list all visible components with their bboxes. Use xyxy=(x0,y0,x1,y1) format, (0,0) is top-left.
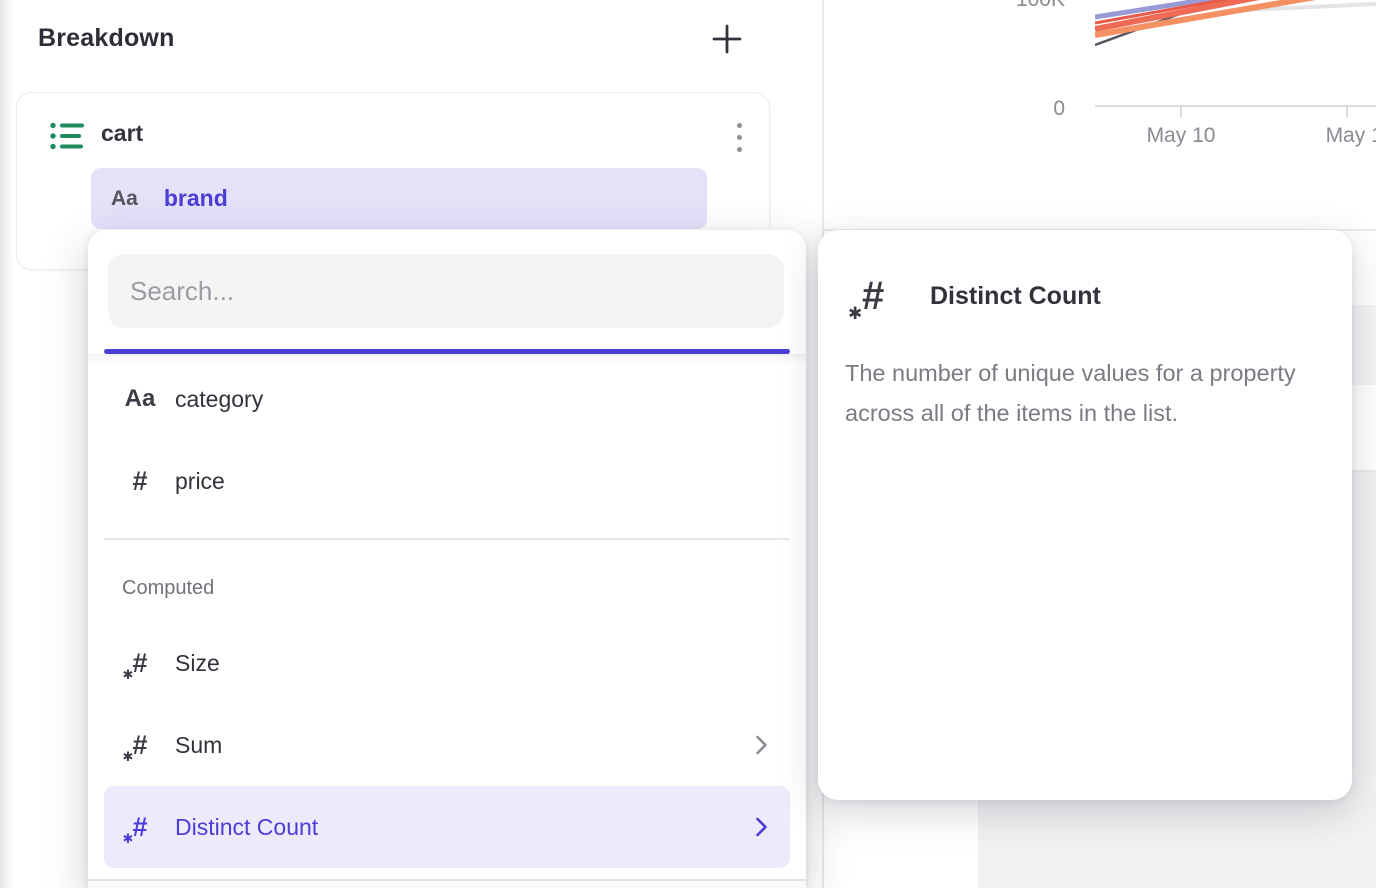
add-breakdown-button[interactable] xyxy=(706,18,748,60)
kebab-icon xyxy=(737,123,742,128)
dropdown-item-label: Sum xyxy=(175,732,222,759)
chart-x-tick-may17: May 17 xyxy=(1310,124,1376,148)
card-menu-button[interactable] xyxy=(721,115,757,159)
chart-x-tick-mark xyxy=(1346,107,1348,117)
breakdown-title: Breakdown xyxy=(38,24,175,53)
computed-number-icon: #✱ xyxy=(132,650,147,677)
dropdown-item-label: Size xyxy=(175,650,220,677)
chart-y-tick-100k: 100K xyxy=(990,0,1065,12)
computed-number-icon: #✱ xyxy=(132,814,147,841)
dropdown-item-size[interactable]: #✱ Size xyxy=(104,622,790,704)
dropdown-item-distinct-count[interactable]: #✱ Distinct Count xyxy=(104,786,790,868)
dropdown-item-category[interactable]: Aa category xyxy=(104,358,790,440)
chart-x-tick-mark xyxy=(1180,107,1182,117)
tooltip-title: Distinct Count xyxy=(930,282,1101,311)
breakdown-property-name: cart xyxy=(101,120,143,147)
property-detail-tooltip: #✱ Distinct Count The number of unique v… xyxy=(818,230,1352,800)
dropdown-section-divider xyxy=(104,538,790,540)
dropdown-item-sum[interactable]: #✱ Sum xyxy=(104,704,790,786)
kebab-icon xyxy=(737,147,742,152)
dropdown-item-label: Distinct Count xyxy=(175,814,318,841)
property-dropdown: Aa category # price Computed #✱ Size #✱ … xyxy=(88,230,806,888)
chevron-right-icon xyxy=(755,816,768,838)
chart-x-axis xyxy=(1095,105,1376,107)
tooltip-description: The number of unique values for a proper… xyxy=(845,354,1323,433)
line-chart xyxy=(1095,0,1376,60)
text-property-icon: Aa xyxy=(118,385,162,413)
computed-marker-icon: ✱ xyxy=(848,305,862,322)
computed-marker-icon: ✱ xyxy=(122,832,133,845)
dropdown-item-label: price xyxy=(175,468,225,495)
numeric-property-icon: # xyxy=(118,466,162,497)
computed-number-icon: #✱ xyxy=(862,276,884,316)
analytics-app-screen: 100K 0 May 10 May 17 Breakdown xyxy=(0,0,1376,888)
left-edge-shading xyxy=(0,0,14,888)
chevron-right-icon xyxy=(755,734,768,756)
plus-icon xyxy=(710,22,744,56)
computed-number-icon: #✱ xyxy=(132,732,147,759)
dropdown-item-label: category xyxy=(175,386,263,413)
kebab-icon xyxy=(737,135,742,140)
breakdown-section-header: Breakdown xyxy=(0,0,822,92)
text-property-icon: Aa xyxy=(111,187,138,211)
selected-subproperty-brand[interactable]: Aa brand xyxy=(91,168,707,229)
computed-section-label: Computed xyxy=(122,577,214,600)
chart-x-tick-may10: May 10 xyxy=(1131,124,1231,148)
selected-subproperty-label: brand xyxy=(164,185,228,212)
computed-marker-icon: ✱ xyxy=(122,668,133,681)
dropdown-item-price[interactable]: # price xyxy=(104,440,790,522)
list-property-icon xyxy=(50,121,84,151)
chart-y-tick-0: 0 xyxy=(990,97,1065,121)
search-input[interactable] xyxy=(108,254,784,328)
dropdown-footer xyxy=(88,881,806,888)
computed-marker-icon: ✱ xyxy=(122,750,133,763)
